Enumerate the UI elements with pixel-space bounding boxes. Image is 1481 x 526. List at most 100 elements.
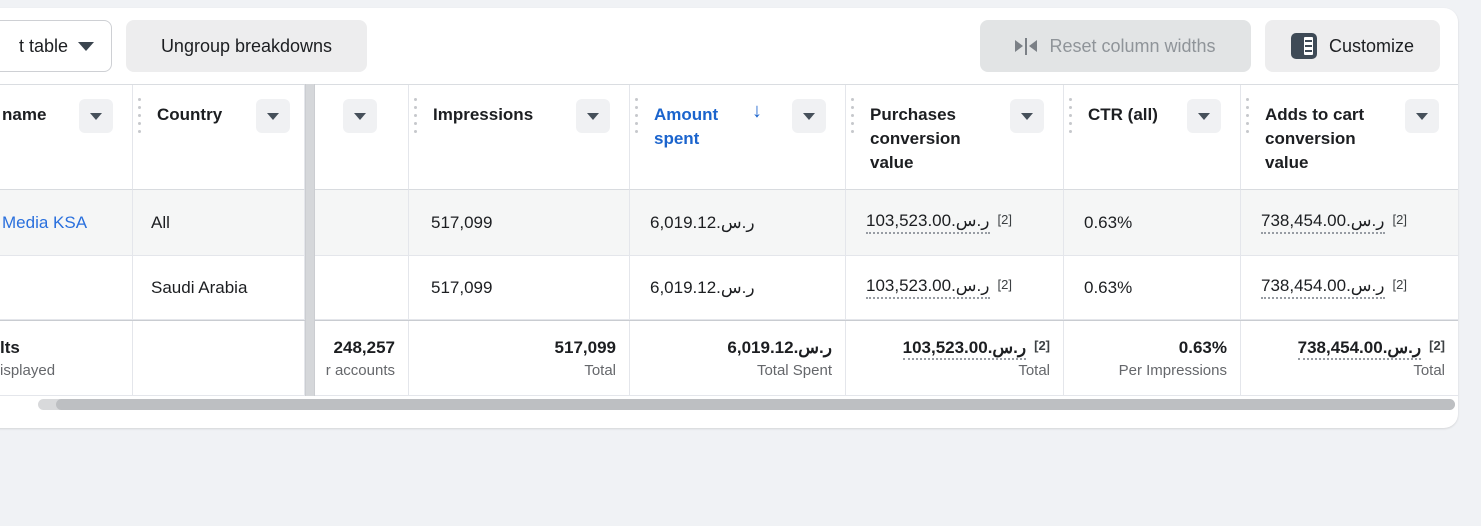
adds-to-cart-value-cell: 738,454.00.س.ر [2]: [1241, 190, 1458, 255]
column-menu-button[interactable]: [343, 99, 377, 133]
ctr-total-value: 0.63%: [1179, 338, 1227, 358]
footnote-marker: [2]: [998, 277, 1012, 292]
displayed-fragment: isplayed: [0, 362, 55, 379]
results-summary-cell: lts isplayed: [0, 321, 133, 395]
column-label: CTR (all): [1088, 103, 1158, 127]
drag-handle-icon[interactable]: [138, 98, 141, 133]
impressions-value: 517,099: [431, 278, 492, 298]
purchases-value[interactable]: 103,523.00.س.ر: [866, 276, 990, 299]
column-header-adds-to-cart-conversion-value[interactable]: Adds to cart conversion value: [1241, 85, 1458, 190]
table-row[interactable]: Saudi Arabia 517,099 6,019.12.س.ر 103,52…: [0, 256, 1458, 320]
impressions-total-value: 517,099: [555, 338, 616, 358]
amount-spent-value: 6,019.12.س.ر: [650, 278, 755, 298]
clipped-cell: [315, 256, 409, 319]
purchases-value-cell: 103,523.00.س.ر [2]: [846, 190, 1064, 255]
clipped-cell: [315, 190, 409, 255]
country-total-cell: [133, 321, 305, 395]
column-label: Purchases conversion value: [870, 103, 992, 175]
footnote-marker: [2]: [998, 212, 1012, 227]
ads-manager-report-screen: t table Ungroup breakdowns Reset column …: [0, 0, 1481, 526]
impressions-total-label: Total: [584, 362, 616, 379]
customize-button[interactable]: Customize: [1265, 20, 1440, 72]
drag-handle-icon[interactable]: [1246, 98, 1249, 133]
column-header-impressions[interactable]: Impressions: [409, 85, 630, 190]
adds-to-cart-value-cell: 738,454.00.س.ر [2]: [1241, 256, 1458, 319]
amount-spent-value: 6,019.12.س.ر: [650, 213, 755, 233]
caret-down-icon: [90, 113, 102, 120]
sort-descending-icon[interactable]: ↓: [752, 100, 762, 123]
caret-down-icon: [587, 113, 599, 120]
column-menu-button[interactable]: [79, 99, 113, 133]
ungroup-breakdowns-label: Ungroup breakdowns: [161, 36, 332, 57]
amount-spent-total-value: 6,019.12.س.ر: [727, 338, 832, 358]
amount-spent-total-cell: 6,019.12.س.ر Total Spent: [630, 321, 846, 395]
column-menu-button[interactable]: [1187, 99, 1221, 133]
purchases-total-value[interactable]: 103,523.00.س.ر: [903, 338, 1027, 360]
table-row[interactable]: Media KSA All 517,099 6,019.12.س.ر 103,5…: [0, 190, 1458, 256]
caret-down-icon: [354, 113, 366, 120]
impressions-cell: 517,099: [409, 256, 630, 319]
drag-handle-icon[interactable]: [851, 98, 854, 133]
amount-spent-cell: 6,019.12.س.ر: [630, 256, 846, 319]
account-name-link[interactable]: Media KSA: [2, 213, 87, 233]
column-menu-button[interactable]: [1010, 99, 1044, 133]
footnote-marker: [2]: [1393, 277, 1407, 292]
country-cell: Saudi Arabia: [133, 256, 305, 319]
adds-to-cart-total-value[interactable]: 738,454.00.س.ر: [1298, 338, 1422, 360]
impressions-value: 517,099: [431, 213, 492, 233]
adds-to-cart-total-label: Total: [1413, 362, 1445, 379]
purchases-value[interactable]: 103,523.00.س.ر: [866, 211, 990, 234]
column-label: Impressions: [433, 103, 533, 127]
column-label: Adds to cart conversion value: [1265, 103, 1397, 175]
ctr-cell: 0.63%: [1064, 190, 1241, 255]
reset-column-widths-icon: [1015, 38, 1037, 55]
ctr-cell: 0.63%: [1064, 256, 1241, 319]
caret-down-icon: [1021, 113, 1033, 120]
accounts-total-label: r accounts: [326, 362, 395, 379]
column-label: name: [2, 103, 46, 127]
purchases-total-cell: 103,523.00.س.ر [2] Total: [846, 321, 1064, 395]
column-label: Amount spent: [654, 103, 746, 151]
accounts-total-cell: 248,257 r accounts: [315, 321, 409, 395]
column-header-amount-spent[interactable]: Amount spent ↓: [630, 85, 846, 190]
column-menu-button[interactable]: [792, 99, 826, 133]
column-header-country[interactable]: Country: [133, 85, 305, 190]
column-label: Country: [157, 103, 222, 127]
drag-handle-icon[interactable]: [414, 98, 417, 133]
caret-down-icon: [267, 113, 279, 120]
drag-handle-icon[interactable]: [1069, 98, 1072, 133]
column-menu-button[interactable]: [256, 99, 290, 133]
customize-panel-icon: [1291, 33, 1317, 59]
column-header-ctr-all[interactable]: CTR (all): [1064, 85, 1241, 190]
ctr-total-cell: 0.63% Per Impressions: [1064, 321, 1241, 395]
adds-to-cart-value[interactable]: 738,454.00.س.ر: [1261, 211, 1385, 234]
ctr-value: 0.63%: [1084, 213, 1132, 233]
purchases-value-cell: 103,523.00.س.ر [2]: [846, 256, 1064, 319]
adds-to-cart-value[interactable]: 738,454.00.س.ر: [1261, 276, 1385, 299]
column-menu-button[interactable]: [576, 99, 610, 133]
column-menu-button[interactable]: [1405, 99, 1439, 133]
table-view-menu-button[interactable]: t table: [0, 20, 112, 72]
pinned-column-divider[interactable]: [305, 84, 315, 396]
ungroup-breakdowns-button[interactable]: Ungroup breakdowns: [126, 20, 367, 72]
column-header-purchases-conversion-value[interactable]: Purchases conversion value: [846, 85, 1064, 190]
drag-handle-icon[interactable]: [635, 98, 638, 133]
caret-down-icon: [803, 113, 815, 120]
column-header-clipped[interactable]: [315, 85, 409, 190]
footnote-marker: [2]: [1393, 212, 1407, 227]
horizontal-scrollbar-thumb[interactable]: [56, 399, 1455, 410]
ctr-total-label: Per Impressions: [1119, 362, 1227, 379]
caret-down-icon: [1198, 113, 1210, 120]
reset-column-widths-label: Reset column widths: [1049, 36, 1215, 57]
reset-column-widths-button[interactable]: Reset column widths: [980, 20, 1251, 72]
purchases-total-label: Total: [1018, 362, 1050, 379]
adds-to-cart-total-cell: 738,454.00.س.ر[2] Total: [1241, 321, 1458, 395]
column-header-account-name[interactable]: name: [0, 85, 133, 190]
amount-spent-total-label: Total Spent: [757, 362, 832, 379]
amount-spent-cell: 6,019.12.س.ر: [630, 190, 846, 255]
caret-down-icon: [78, 42, 94, 51]
ctr-value: 0.63%: [1084, 278, 1132, 298]
caret-down-icon: [1416, 113, 1428, 120]
footnote-marker: [2]: [1034, 338, 1050, 353]
account-name-cell: Media KSA: [0, 190, 133, 255]
